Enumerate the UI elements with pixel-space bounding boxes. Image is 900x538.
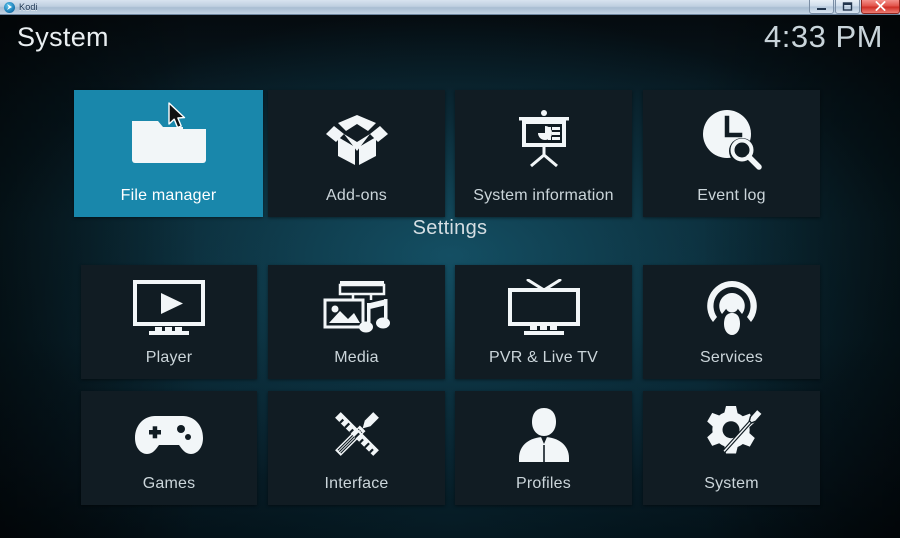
tile-label: Interface [324,475,389,492]
tile-services[interactable]: Services [643,265,820,379]
pencil-ruler-icon [268,391,445,476]
open-box-icon [268,90,445,188]
window-controls [808,0,900,15]
tile-label: Event log [697,187,766,204]
tile-add-ons[interactable]: Add-ons [268,90,445,217]
tile-system[interactable]: System [643,391,820,505]
window-title-bar[interactable]: Kodi [0,0,900,15]
tile-label: Services [700,349,763,366]
clock: 4:33 PM [764,19,883,54]
window-title: Kodi [19,2,38,12]
gear-screwdriver-icon [643,391,820,476]
gamepad-icon [81,391,257,476]
monitor-play-icon [81,265,257,350]
tile-interface[interactable]: Interface [268,391,445,505]
tile-event-log[interactable]: Event log [643,90,820,217]
tile-system-information[interactable]: System information [455,90,632,217]
kodi-main-window: System 4:33 PM File manager Add-ons Syst… [0,15,900,538]
tile-file-manager[interactable]: File manager [74,90,263,217]
tv-antenna-icon [455,265,632,350]
settings-section-label: Settings [412,217,488,239]
minimize-icon[interactable] [809,0,834,14]
presentation-icon [455,90,632,188]
close-icon[interactable] [861,0,900,14]
folder-icon [74,90,263,188]
tile-player[interactable]: Player [81,265,257,379]
tile-label: File manager [120,187,217,204]
tile-media[interactable]: Media [268,265,445,379]
tile-label: Player [145,349,193,366]
tile-games[interactable]: Games [81,391,257,505]
tile-label: Games [142,475,196,492]
person-icon [455,391,632,476]
tile-label: System information [473,187,614,204]
tile-profiles[interactable]: Profiles [455,391,632,505]
tile-label: Profiles [516,475,571,492]
tile-label: Media [334,349,379,366]
tile-pvr-live-tv[interactable]: PVR & Live TV [455,265,632,379]
tile-label: PVR & Live TV [488,349,598,366]
tile-label: Add-ons [326,187,387,204]
maximize-icon[interactable] [835,0,860,14]
tile-label: System [704,475,759,492]
clock-search-icon [643,90,820,188]
media-library-icon [268,265,445,350]
kodi-logo-icon [4,1,15,13]
broadcast-user-icon [643,265,820,350]
page-title: System [17,22,109,52]
